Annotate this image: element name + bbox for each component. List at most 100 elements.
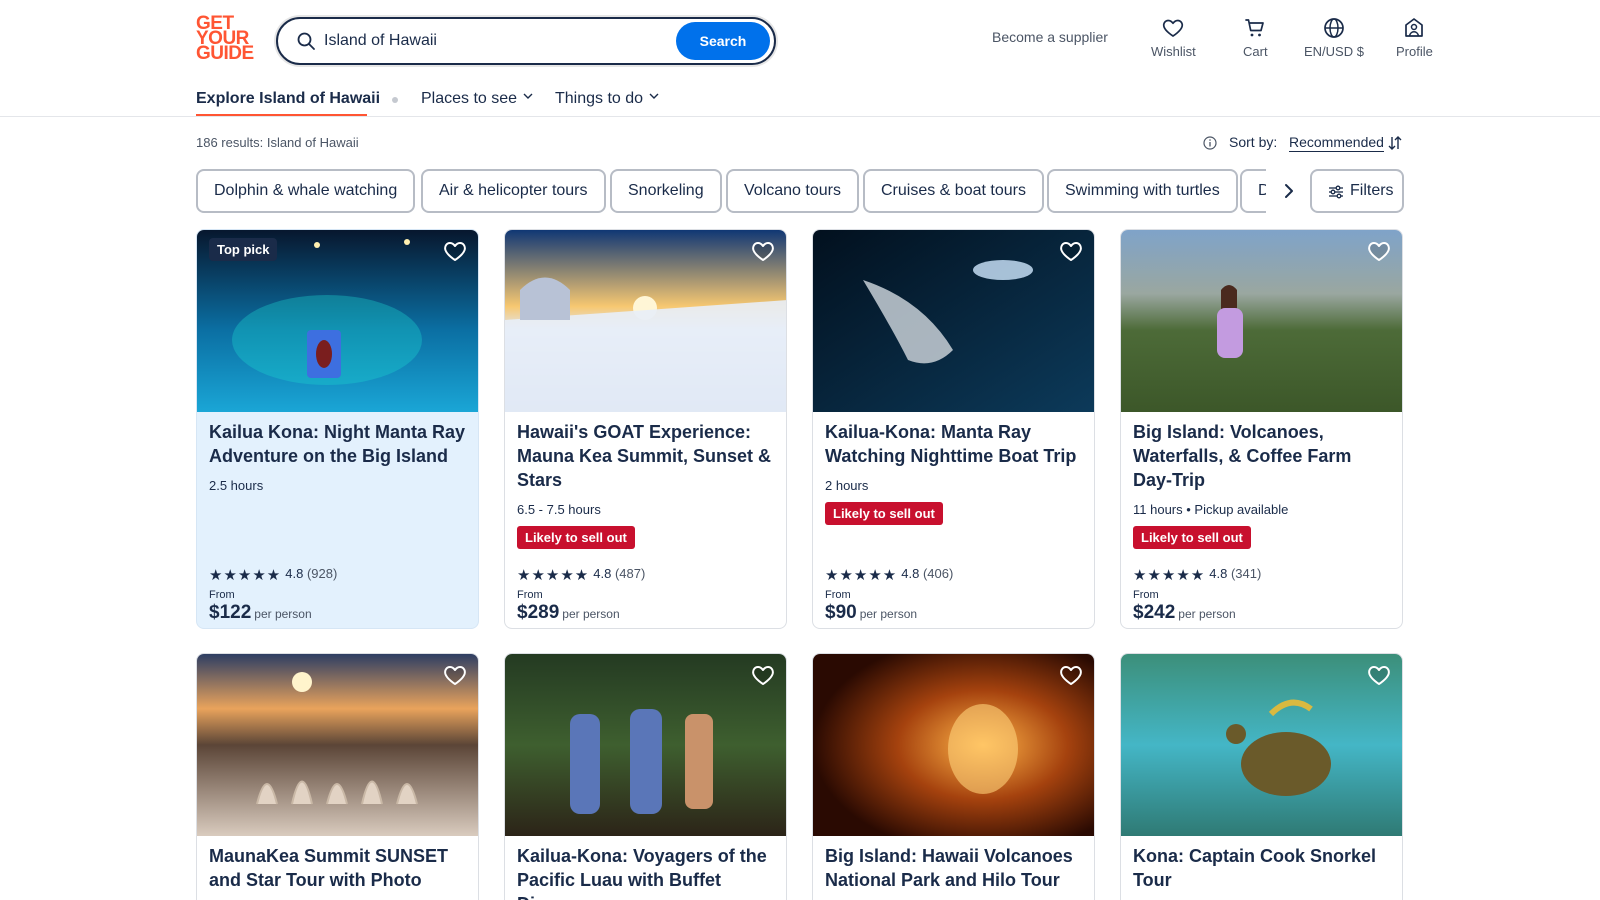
heart-icon[interactable]	[442, 662, 468, 688]
activity-title[interactable]: MaunaKea Summit SUNSET and Star Tour wit…	[209, 844, 471, 892]
chevron-down-icon	[523, 93, 533, 99]
getyourguide-logo[interactable]: GET YOUR GUIDE	[196, 14, 256, 64]
chip-dolphin-whale[interactable]: Dolphin & whale watching	[196, 169, 416, 213]
review-count: (341)	[1230, 566, 1262, 581]
activity-card[interactable]: Kailua-Kona: Manta Ray Watching Nighttim…	[812, 229, 1095, 629]
chip-snorkeling[interactable]: Snorkeling	[610, 169, 722, 213]
chip-swimming-turtles[interactable]: Swimming with turtles	[1047, 169, 1238, 213]
activity-image	[1121, 230, 1402, 412]
results-location: Island of Hawaii	[266, 135, 359, 150]
rating-value: 4.8	[901, 566, 920, 581]
activity-title[interactable]: Hawaii's GOAT Experience: Mauna Kea Summ…	[517, 420, 779, 492]
tab-places-to-see[interactable]: Places to see	[421, 90, 533, 108]
sliders-icon	[1329, 185, 1343, 199]
top-header: GET YOUR GUIDE Search Become a supplier …	[0, 0, 1600, 80]
activity-price: $242 per person	[1133, 602, 1236, 624]
review-count: (406)	[922, 566, 954, 581]
profile-label: Profile	[1396, 44, 1433, 59]
review-count: (487)	[614, 566, 646, 581]
heart-icon[interactable]	[442, 238, 468, 264]
header-divider	[0, 116, 1600, 117]
from-label: From	[1133, 589, 1159, 601]
activity-price: $122 per person	[209, 602, 312, 624]
results-count-text: 186 results:	[196, 135, 264, 150]
likely-to-sell-out-badge: Likely to sell out	[517, 526, 635, 549]
locale-button[interactable]: EN/USD $	[1304, 16, 1364, 59]
chip-cruises-boat[interactable]: Cruises & boat tours	[863, 169, 1044, 213]
activity-title[interactable]: Big Island: Hawaii Volcanoes National Pa…	[825, 844, 1087, 892]
activity-rating: ★★★★★ 4.8 (928)	[209, 566, 337, 584]
heart-icon[interactable]	[1058, 662, 1084, 688]
activity-card[interactable]: Kailua-Kona: Voyagers of the Pacific Lua…	[504, 653, 787, 900]
chip-volcano-tours[interactable]: Volcano tours	[726, 169, 859, 213]
activity-card[interactable]: Hawaii's GOAT Experience: Mauna Kea Summ…	[504, 229, 787, 629]
heart-icon[interactable]	[750, 238, 776, 264]
chip-day-trips[interactable]: Day trips	[1240, 169, 1266, 213]
logo-line-3: GUIDE	[196, 43, 254, 64]
activity-image	[813, 230, 1094, 412]
activity-image	[197, 654, 478, 836]
profile-icon	[1405, 18, 1424, 37]
activity-duration: 11 hours • Pickup available	[1133, 502, 1289, 517]
activity-card[interactable]: Big Island: Hawaii Volcanoes National Pa…	[812, 653, 1095, 900]
globe-icon	[1324, 18, 1344, 38]
activity-image	[1121, 654, 1402, 836]
activity-duration: 2.5 hours	[209, 478, 264, 493]
cart-icon	[1245, 19, 1265, 37]
star-rating-icon: ★★★★★	[209, 567, 282, 584]
heart-icon[interactable]	[1058, 238, 1084, 264]
heart-icon[interactable]	[1366, 662, 1392, 688]
activity-card[interactable]: Big Island: Volcanoes, Waterfalls, & Cof…	[1120, 229, 1403, 629]
price-value: $289	[517, 602, 560, 623]
tab-explore[interactable]: Explore Island of Hawaii	[196, 90, 380, 108]
activity-card[interactable]: Top pick Kailua Kona: Night Manta Ray Ad…	[196, 229, 479, 629]
price-unit: per person	[1178, 607, 1236, 621]
activity-title[interactable]: Kailua Kona: Night Manta Ray Adventure o…	[209, 420, 471, 468]
become-supplier-link[interactable]: Become a supplier	[992, 29, 1108, 45]
activity-image	[505, 230, 786, 412]
from-label: From	[209, 589, 235, 601]
activity-title[interactable]: Kona: Captain Cook Snorkel Tour	[1133, 844, 1395, 892]
sort-label: Sort by:	[1229, 134, 1278, 150]
category-chips: Dolphin & whale watching Air & helicopte…	[196, 169, 1266, 214]
heart-icon	[1163, 19, 1184, 37]
info-icon[interactable]	[1203, 136, 1217, 150]
activity-image	[505, 654, 786, 836]
search-button[interactable]: Search	[676, 22, 770, 60]
search-input[interactable]	[324, 25, 654, 57]
likely-to-sell-out-badge: Likely to sell out	[825, 502, 943, 525]
review-count: (928)	[306, 566, 338, 581]
tab-things-to-do[interactable]: Things to do	[555, 90, 659, 108]
chevron-right-icon[interactable]	[1275, 176, 1303, 206]
sort-value[interactable]: Recommended	[1289, 134, 1384, 152]
rating-value: 4.8	[1209, 566, 1228, 581]
activity-price: $289 per person	[517, 602, 620, 624]
heart-icon[interactable]	[1366, 238, 1392, 264]
activity-card[interactable]: Kona: Captain Cook Snorkel Tour	[1120, 653, 1403, 900]
activity-title[interactable]: Big Island: Volcanoes, Waterfalls, & Cof…	[1133, 420, 1395, 492]
likely-to-sell-out-badge: Likely to sell out	[1133, 526, 1251, 549]
sort-arrows-icon[interactable]	[1387, 135, 1403, 151]
search-bar: Search	[276, 17, 776, 65]
activity-title[interactable]: Kailua-Kona: Voyagers of the Pacific Lua…	[517, 844, 779, 900]
activity-image	[813, 654, 1094, 836]
cart-label: Cart	[1243, 44, 1268, 59]
activity-title[interactable]: Kailua-Kona: Manta Ray Watching Nighttim…	[825, 420, 1087, 468]
wishlist-button[interactable]: Wishlist	[1151, 16, 1196, 59]
profile-button[interactable]: Profile	[1396, 16, 1433, 59]
tab-places-label: Places to see	[421, 90, 518, 107]
chevron-down-icon	[649, 93, 659, 99]
rating-value: 4.8	[593, 566, 612, 581]
price-unit: per person	[859, 607, 918, 621]
cart-button[interactable]: Cart	[1243, 16, 1268, 59]
price-value: $122	[209, 602, 252, 623]
from-label: From	[825, 589, 851, 601]
filters-button[interactable]: Filters	[1310, 169, 1404, 213]
activity-duration: 2 hours	[825, 478, 869, 493]
activity-rating: ★★★★★ 4.8 (406)	[825, 566, 953, 584]
heart-icon[interactable]	[750, 662, 776, 688]
chip-air-helicopter[interactable]: Air & helicopter tours	[421, 169, 606, 213]
activity-card[interactable]: MaunaKea Summit SUNSET and Star Tour wit…	[196, 653, 479, 900]
results-count: 186 results: Island of Hawaii	[196, 135, 359, 150]
star-rating-icon: ★★★★★	[825, 567, 898, 584]
